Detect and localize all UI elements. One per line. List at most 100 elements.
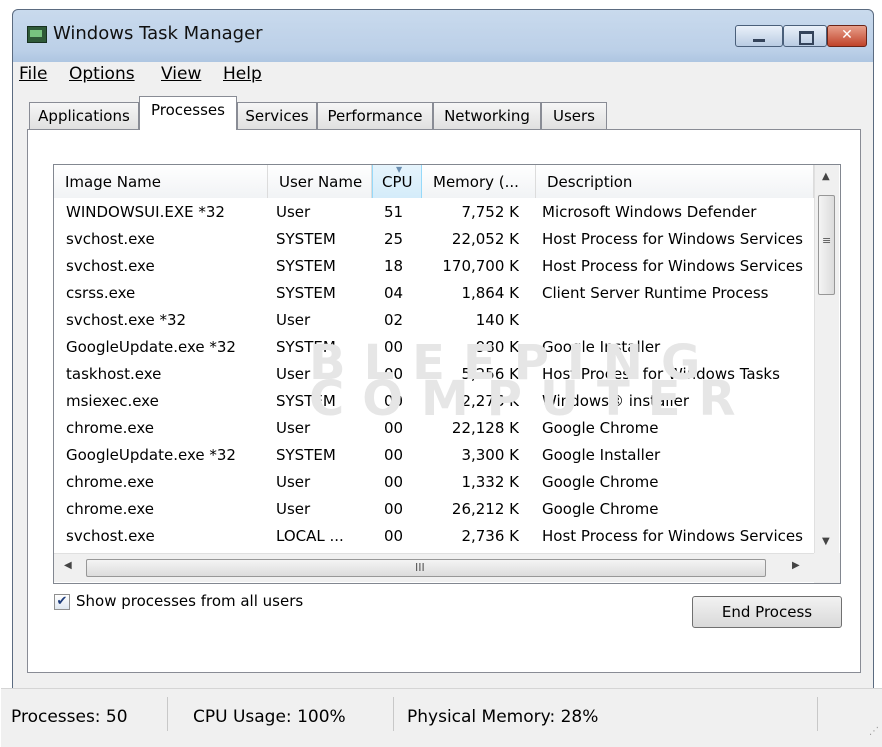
task-manager-window: Windows Task Manager File Options View H… — [1, 9, 882, 747]
cell-memory: 1,332 K — [461, 473, 519, 491]
maximize-button[interactable] — [783, 25, 827, 47]
cell-user-name: User — [276, 311, 311, 329]
cell-memory: 140 K — [475, 311, 519, 329]
table-row[interactable]: svchost.exe *32 User 02 140 K — [54, 307, 814, 334]
menu-bar: File Options View Help — [13, 62, 873, 90]
cell-user-name: User — [276, 365, 311, 383]
grip-icon: III — [415, 561, 425, 574]
vertical-scroll-thumb[interactable]: ≡ — [818, 195, 835, 295]
status-cpu-usage: CPU Usage: 100% — [193, 707, 346, 727]
cell-cpu: 00 — [384, 527, 404, 545]
table-row[interactable]: WINDOWSUI.EXE *32 User 51 7,752 K Microsoft … — [54, 199, 814, 226]
cell-cpu: 04 — [384, 284, 404, 302]
cell-image-name: svchost.exe — [66, 257, 155, 275]
table-row[interactable]: chrome.exe User 00 22,128 K Google Chrome — [54, 415, 814, 442]
task-manager-icon — [27, 26, 47, 43]
cell-memory: 170,700 K — [442, 257, 519, 275]
table-row[interactable]: csrss.exe SYSTEM 04 1,864 K Client Server Ru… — [54, 280, 814, 307]
column-header-memory[interactable]: Memory (... — [422, 165, 536, 198]
tab-users[interactable]: Users — [541, 102, 607, 129]
close-button[interactable] — [827, 25, 867, 47]
cell-description: Microsoft Windows Defender — [542, 203, 757, 221]
column-header-description[interactable]: Description — [536, 165, 814, 198]
tab-applications[interactable]: Applications — [29, 102, 139, 129]
column-header-user-name[interactable]: User Name — [268, 165, 372, 198]
cell-cpu: 00 — [384, 473, 404, 491]
sort-descending-icon: ▼ — [396, 165, 403, 174]
end-process-button[interactable]: End Process — [692, 596, 842, 628]
grip-icon: ≡ — [822, 234, 832, 247]
tab-networking[interactable]: Networking — [433, 102, 541, 129]
column-header-image-name[interactable]: Image Name — [54, 165, 268, 198]
table-row[interactable]: svchost.exe SYSTEM 25 22,052 K Host Process … — [54, 226, 814, 253]
cell-user-name: LOCAL ... — [276, 527, 344, 545]
cell-image-name: svchost.exe — [66, 230, 155, 248]
status-divider — [393, 697, 394, 731]
cell-user-name: SYSTEM — [276, 338, 336, 356]
table-row[interactable]: taskhost.exe User 00 5,256 K Host Process fo… — [54, 361, 814, 388]
cell-description: Google Chrome — [542, 419, 659, 437]
scroll-down-icon[interactable]: ▼ — [822, 536, 830, 547]
cell-cpu: 00 — [384, 392, 404, 410]
cell-image-name: svchost.exe *32 — [66, 311, 187, 329]
menu-view[interactable]: View — [161, 64, 201, 84]
cell-memory: 22,128 K — [451, 419, 519, 437]
column-header-cpu-label: CPU — [382, 173, 413, 191]
cell-image-name: chrome.exe — [66, 500, 154, 518]
cell-user-name: SYSTEM — [276, 257, 336, 275]
cell-user-name: SYSTEM — [276, 392, 336, 410]
cell-memory: 22,052 K — [451, 230, 519, 248]
cell-cpu: 51 — [384, 203, 404, 221]
table-row[interactable]: GoogleUpdate.exe *32 SYSTEM 00 980 K Google … — [54, 334, 814, 361]
cell-cpu: 00 — [384, 500, 404, 518]
table-row[interactable]: GoogleUpdate.exe *32 SYSTEM 00 3,300 K Googl… — [54, 442, 814, 469]
client-area: Applications Processes Services Performa… — [13, 90, 873, 680]
menu-options[interactable]: Options — [69, 64, 135, 84]
title-bar[interactable]: Windows Task Manager — [13, 10, 873, 62]
tab-services[interactable]: Services — [237, 102, 317, 129]
scroll-right-icon[interactable]: ▶ — [792, 560, 800, 571]
horizontal-scrollbar[interactable]: ◀ III ▶ — [54, 553, 814, 582]
cell-cpu: 00 — [384, 338, 404, 356]
cell-description: Windows® installer — [542, 392, 690, 410]
table-row[interactable]: chrome.exe User 00 26,212 K Google Chrome — [54, 496, 814, 523]
cell-memory: 980 K — [475, 338, 519, 356]
status-divider — [167, 697, 168, 731]
table-row[interactable]: msiexec.exe SYSTEM 00 2,276 K Windows® insta… — [54, 388, 814, 415]
cell-description: Host Process for Windows Tasks — [542, 365, 780, 383]
minimize-button[interactable] — [735, 25, 783, 47]
status-bar: Processes: 50 CPU Usage: 100% Physical M… — [1, 688, 882, 747]
scroll-left-icon[interactable]: ◀ — [64, 560, 72, 571]
horizontal-scroll-thumb[interactable]: III — [86, 559, 766, 577]
cell-cpu: 00 — [384, 419, 404, 437]
scroll-up-icon[interactable]: ▲ — [822, 171, 830, 182]
resize-grip-icon[interactable]: ⋰ — [869, 726, 879, 737]
cell-user-name: User — [276, 419, 311, 437]
cell-description: Client Server Runtime Process — [542, 284, 769, 302]
cell-description: Host Process for Windows Services — [542, 527, 803, 545]
table-row[interactable]: svchost.exe LOCAL ... 00 2,736 K Host Proces… — [54, 523, 814, 550]
show-all-users-label[interactable]: Show processes from all users — [76, 592, 303, 610]
cell-cpu: 25 — [384, 230, 404, 248]
cell-image-name: svchost.exe — [66, 527, 155, 545]
column-header-cpu[interactable]: ▼ CPU — [372, 165, 422, 198]
menu-file[interactable]: File — [19, 64, 47, 84]
cell-memory: 2,736 K — [461, 527, 519, 545]
table-row[interactable]: svchost.exe SYSTEM 18 170,700 K Host Process… — [54, 253, 814, 280]
table-row[interactable]: chrome.exe User 00 1,332 K Google Chrome — [54, 469, 814, 496]
cell-user-name: SYSTEM — [276, 446, 336, 464]
tab-performance[interactable]: Performance — [317, 102, 433, 129]
cell-memory: 1,864 K — [461, 284, 519, 302]
window-title: Windows Task Manager — [53, 23, 263, 44]
cell-memory: 26,212 K — [451, 500, 519, 518]
show-all-users-checkbox[interactable]: ✔ — [54, 594, 70, 610]
vertical-scrollbar[interactable]: ▲ ≡ ▼ — [814, 165, 839, 553]
cell-cpu: 02 — [384, 311, 404, 329]
status-divider — [817, 697, 818, 731]
process-list[interactable]: Image Name User Name ▼ CPU Memory (... D… — [53, 164, 841, 584]
cell-description: Google Chrome — [542, 500, 659, 518]
tab-processes[interactable]: Processes — [139, 96, 237, 130]
menu-help[interactable]: Help — [223, 64, 262, 84]
cell-user-name: User — [276, 500, 311, 518]
cell-memory: 2,276 K — [461, 392, 519, 410]
